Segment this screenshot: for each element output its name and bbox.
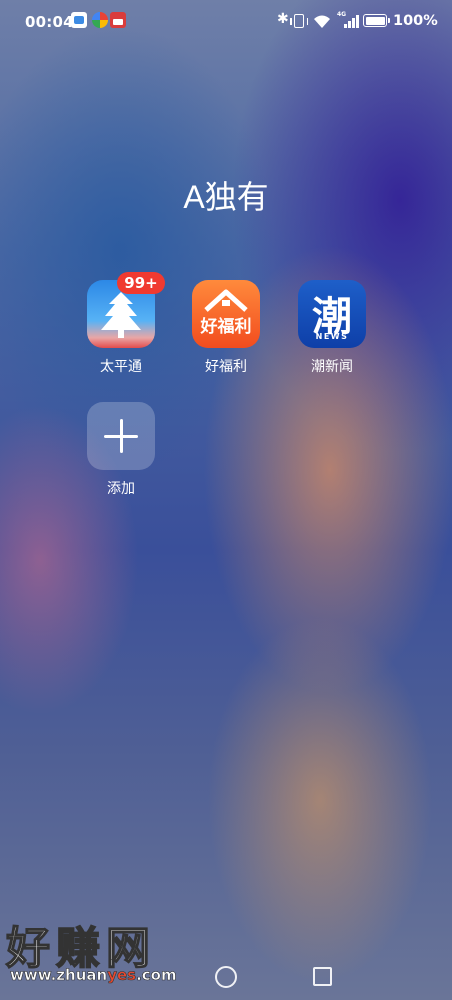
bluetooth-icon: ✱	[277, 11, 289, 27]
app-label: 太平通	[100, 359, 142, 375]
add-label: 添加	[107, 481, 135, 497]
battery-icon	[363, 14, 390, 27]
status-bar: 00:04 ✱ 4G 100%	[0, 0, 452, 44]
recents-button[interactable]	[313, 967, 332, 986]
chaoxinwen-icon[interactable]: 潮 NEWS	[298, 280, 366, 348]
add-app-tile[interactable]	[87, 402, 155, 470]
battery-percentage: 100%	[393, 13, 438, 29]
wifi-icon	[314, 15, 330, 28]
app-label: 潮新闻	[311, 359, 353, 375]
colorful-app-icon	[92, 12, 108, 28]
app-haofuli[interactable]: 好福利 好福利	[174, 280, 278, 376]
notification-badge: 99+	[117, 272, 165, 294]
navigation-bar	[0, 950, 452, 1000]
add-app-button[interactable]: 添加	[69, 402, 173, 498]
haofuli-icon-text: 好福利	[200, 317, 252, 337]
plus-icon	[104, 419, 138, 453]
folder-title[interactable]: A独有	[0, 172, 452, 218]
vibrate-icon	[290, 14, 308, 28]
app-label: 好福利	[205, 359, 247, 375]
home-button[interactable]	[215, 966, 237, 988]
taipingtong-icon[interactable]: 99+	[87, 272, 165, 348]
app-chaoxinwen[interactable]: 潮 NEWS 潮新闻	[280, 280, 384, 376]
haofuli-icon[interactable]: 好福利	[192, 280, 260, 348]
calendar-app-icon	[110, 12, 126, 28]
cellular-signal-icon: 4G	[337, 11, 359, 30]
app-notification-icon	[71, 12, 87, 28]
app-taipingtong[interactable]: 99+ 太平通	[69, 272, 173, 376]
status-time: 00:04	[25, 13, 74, 31]
news-icon-subtext: NEWS	[315, 332, 349, 341]
